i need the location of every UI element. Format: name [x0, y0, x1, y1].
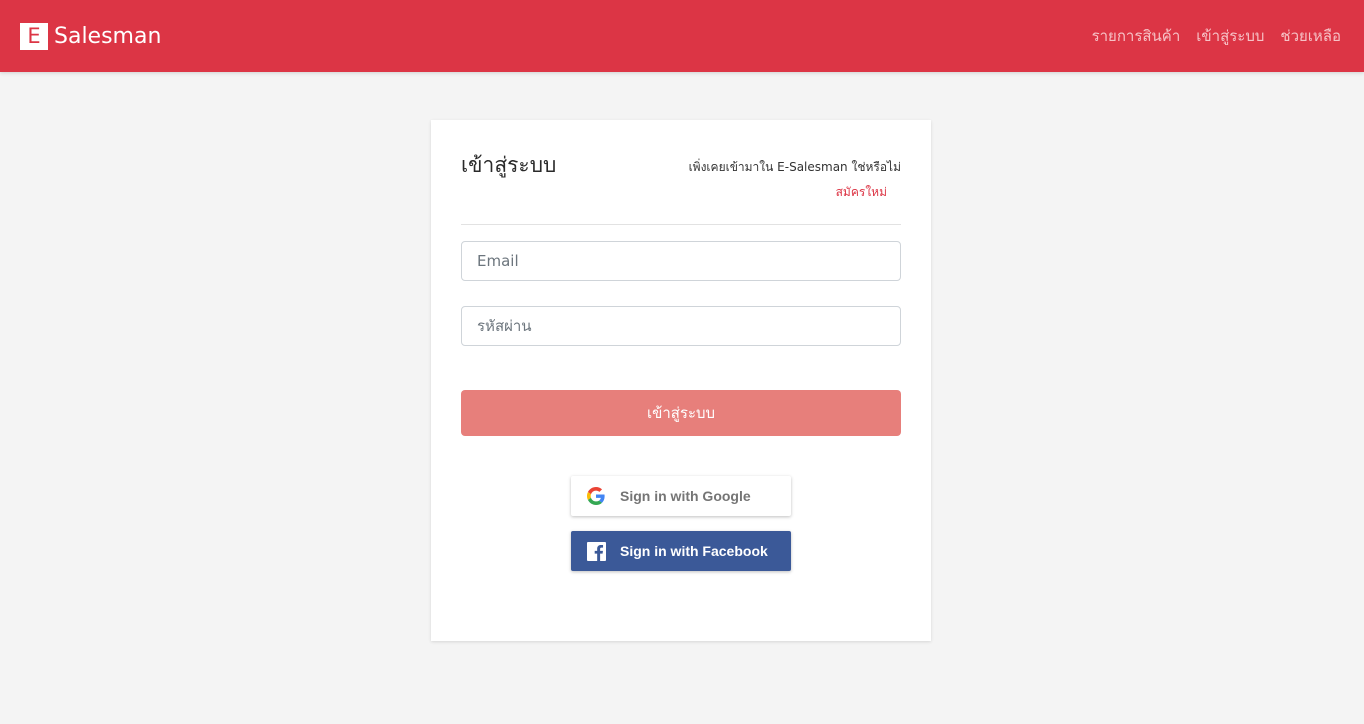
email-input[interactable] [461, 241, 901, 281]
signup-link[interactable]: สมัครใหม่ [836, 183, 887, 201]
facebook-signin-button[interactable]: Sign in with Facebook [571, 531, 791, 571]
login-submit-button[interactable]: เข้าสู่ระบบ [461, 390, 901, 436]
password-input[interactable] [461, 306, 901, 346]
brand-logo-name: Salesman [54, 24, 162, 49]
login-card: เข้าสู่ระบบ เพิ่งเคยเข้ามาใน E-Salesman … [431, 120, 931, 641]
google-signin-button[interactable]: Sign in with Google [571, 476, 791, 516]
google-icon [586, 486, 606, 506]
signup-question: เพิ่งเคยเข้ามาใน E-Salesman ใช่หรือไม่ [688, 160, 901, 174]
nav-link-login[interactable]: เข้าสู่ระบบ [1196, 25, 1264, 47]
nav-link-products[interactable]: รายการสินค้า [1092, 25, 1181, 47]
brand-logo[interactable]: E Salesman [20, 23, 161, 50]
login-title: เข้าสู่ระบบ [461, 153, 557, 177]
nav-link-help[interactable]: ช่วยเหลือ [1280, 25, 1341, 47]
nav-links: รายการสินค้า เข้าสู่ระบบ ช่วยเหลือ [1076, 25, 1341, 47]
facebook-signin-label: Sign in with Facebook [620, 543, 768, 559]
top-navbar: E Salesman รายการสินค้า เข้าสู่ระบบ ช่วย… [0, 0, 1364, 72]
brand-logo-letter: E [20, 23, 48, 50]
facebook-icon [586, 541, 606, 561]
google-signin-label: Sign in with Google [620, 488, 751, 504]
divider [461, 224, 901, 225]
